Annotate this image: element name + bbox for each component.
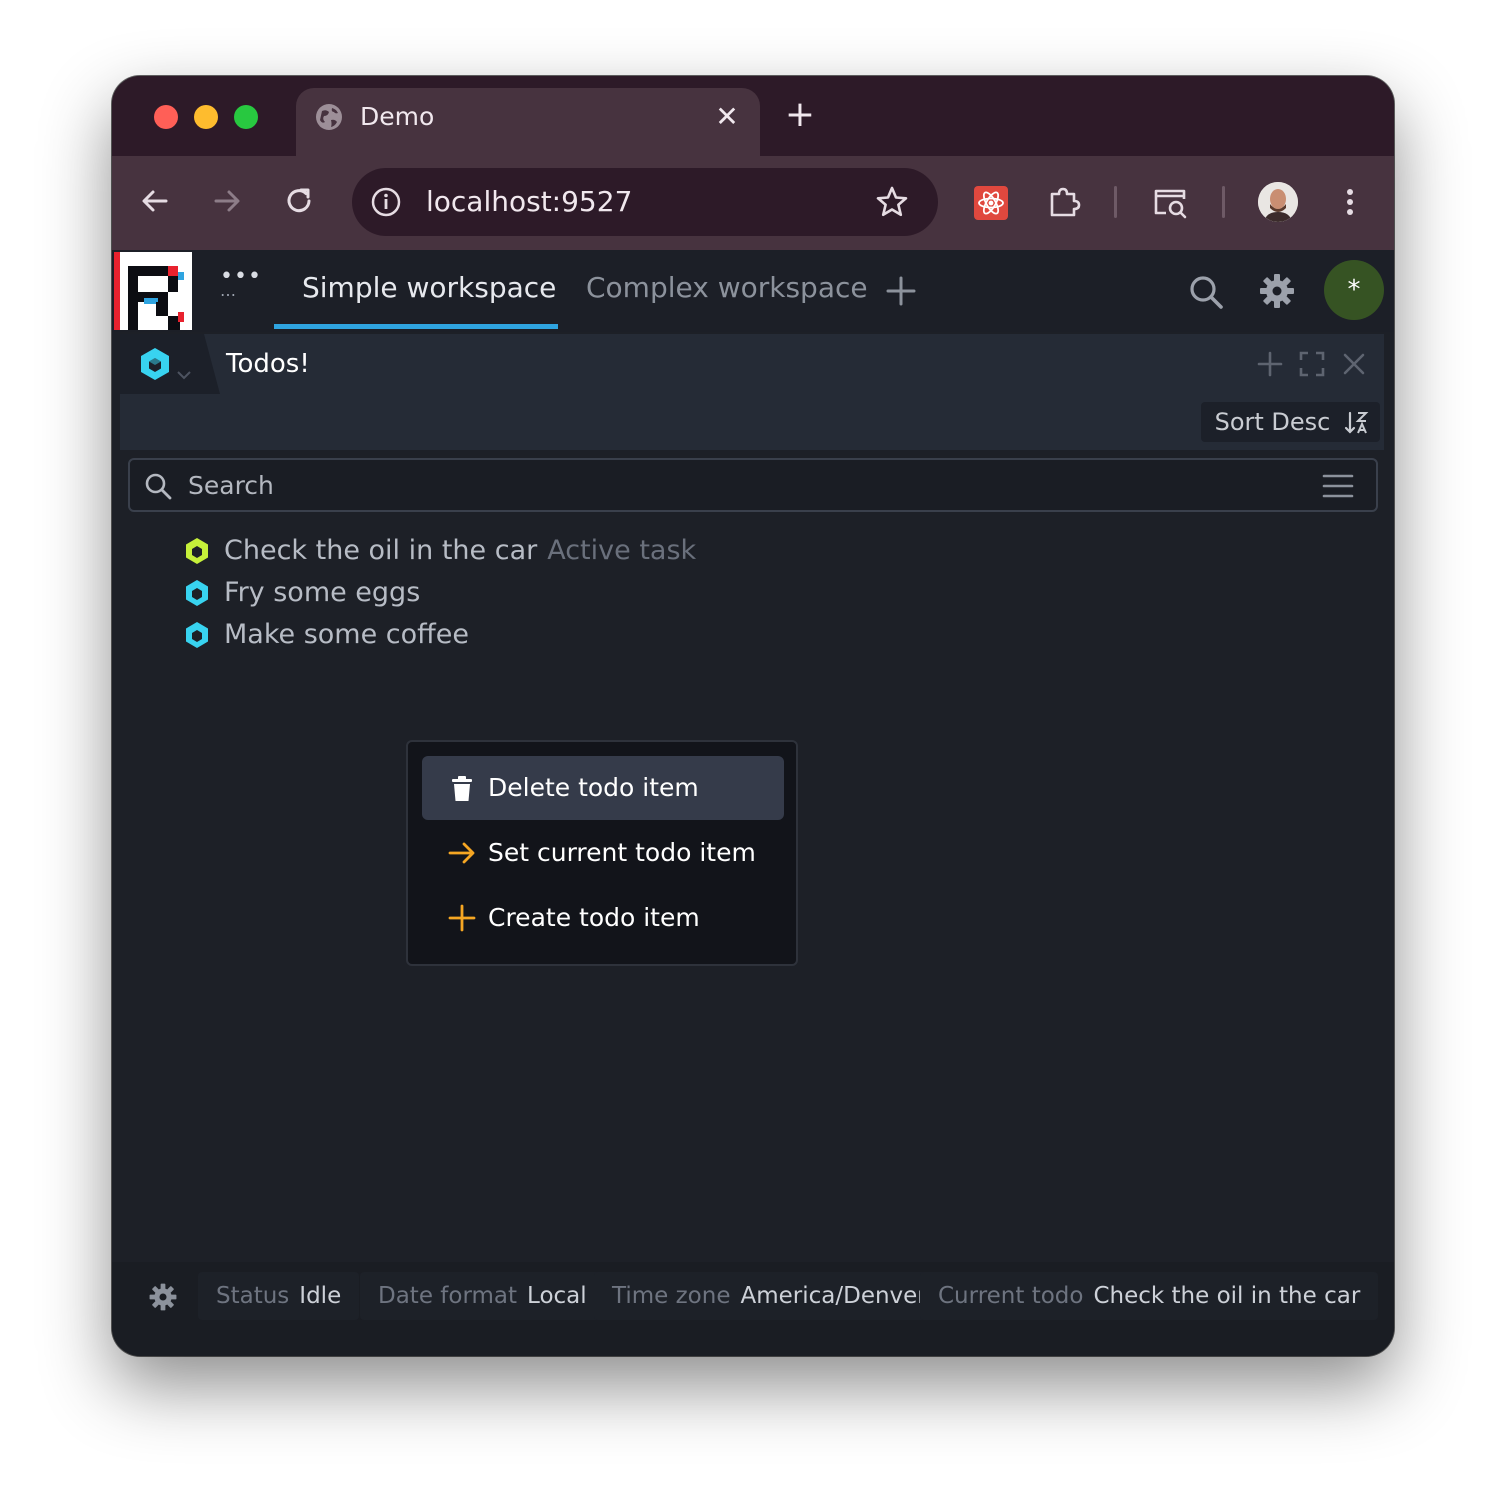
app-logo-icon[interactable]: [114, 252, 192, 330]
current-todo-key: Current todo: [938, 1283, 1084, 1309]
current-todo-segment[interactable]: Current todo Check the oil in the car: [920, 1272, 1379, 1320]
date-format-value: Local: [527, 1283, 587, 1309]
time-zone-key: Time zone: [612, 1283, 731, 1309]
url-text[interactable]: localhost:9527: [426, 184, 632, 220]
react-devtools-extension-icon[interactable]: [974, 186, 1008, 220]
menu-item-create-todo[interactable]: Create todo item: [422, 886, 784, 950]
context-menu: Delete todo item Set current todo item C…: [406, 740, 798, 966]
reload-icon[interactable]: [282, 184, 316, 218]
status-value: Idle: [299, 1283, 342, 1309]
close-tab-icon[interactable]: ✕: [712, 102, 742, 132]
todo-item[interactable]: Check the oil in the car Active task: [184, 530, 696, 572]
settings-gear-icon[interactable]: [1258, 272, 1296, 310]
add-panel-icon[interactable]: [1256, 350, 1284, 378]
tab-title: Demo: [360, 102, 435, 131]
todo-item[interactable]: Fry some eggs: [184, 572, 696, 614]
toolbar-separator: [1114, 186, 1117, 218]
todo-label: Fry some eggs: [224, 577, 421, 608]
trash-icon: [452, 776, 472, 801]
plus-icon: [448, 904, 476, 932]
new-tab-button[interactable]: +: [784, 97, 816, 133]
menu-item-label: Create todo item: [488, 903, 700, 932]
fullscreen-icon[interactable]: [1298, 350, 1326, 378]
browser-toolbar: localhost:9527: [112, 156, 1394, 250]
sort-desc-icon: [1344, 411, 1369, 434]
todo-list: Check the oil in the car Active task Fry…: [184, 530, 696, 656]
back-arrow-icon[interactable]: [138, 184, 172, 218]
time-zone-value: America/Denver: [740, 1283, 927, 1309]
address-bar[interactable]: localhost:9527: [352, 168, 938, 236]
search-input[interactable]: [188, 468, 1288, 502]
menu-item-delete-todo[interactable]: Delete todo item: [422, 756, 784, 820]
site-info-icon[interactable]: [370, 186, 402, 218]
cube-icon: [186, 538, 208, 564]
forward-arrow-icon[interactable]: [210, 184, 244, 218]
browser-menu-icon[interactable]: [1338, 184, 1362, 220]
menu-item-label: Delete todo item: [488, 773, 699, 802]
filter-lines-icon[interactable]: [1322, 472, 1354, 500]
todo-label: Make some coffee: [224, 619, 469, 650]
panel-header: Todos!: [120, 334, 1384, 394]
active-tab-indicator: [274, 324, 558, 329]
status-key: Status: [216, 1283, 290, 1309]
tab-complex-workspace[interactable]: Complex workspace: [586, 268, 868, 308]
date-format-key: Date format: [378, 1283, 518, 1309]
user-avatar-button[interactable]: *: [1324, 260, 1384, 320]
cube-icon: [186, 580, 208, 606]
tab-search-icon[interactable]: [1152, 184, 1188, 220]
tab-simple-workspace[interactable]: Simple workspace: [302, 268, 556, 308]
arrow-right-icon: [448, 842, 475, 864]
extensions-puzzle-icon[interactable]: [1046, 184, 1082, 220]
close-window-button[interactable]: [154, 105, 178, 129]
maximize-window-button[interactable]: [234, 105, 258, 129]
current-todo-value: Check the oil in the car: [1093, 1283, 1361, 1309]
sort-desc-button[interactable]: Sort Desc: [1200, 402, 1380, 442]
status-segment[interactable]: Status Idle: [198, 1272, 360, 1320]
bookmark-star-icon[interactable]: [874, 184, 910, 220]
chevron-down-icon[interactable]: [176, 370, 192, 380]
app-header: •••… Simple workspace Complex workspace: [112, 250, 1394, 332]
menu-item-label: Set current todo item: [488, 838, 756, 867]
sort-button-label: Sort Desc: [1214, 408, 1331, 436]
cube-icon: [141, 348, 169, 380]
browser-window: Demo ✕ + localhost:9527 ••• … Simple wor…: [112, 76, 1394, 1356]
search-icon[interactable]: [1188, 274, 1224, 310]
date-format-segment[interactable]: Date format Local: [360, 1272, 605, 1320]
panel-toolbar: Sort Desc: [120, 394, 1384, 450]
time-zone-segment[interactable]: Time zone America/Denver: [594, 1272, 945, 1320]
status-bar: Status Idle Date format Local Time zone …: [112, 1262, 1394, 1356]
todo-item[interactable]: Make some coffee: [184, 614, 696, 656]
search-box: [128, 458, 1378, 512]
search-icon: [145, 473, 172, 500]
minimize-window-button[interactable]: [194, 105, 218, 129]
more-menu-button[interactable]: •••…: [220, 266, 262, 299]
profile-avatar[interactable]: [1258, 182, 1298, 222]
cube-icon: [186, 622, 208, 648]
settings-gear-icon[interactable]: [148, 1282, 178, 1312]
add-workspace-icon[interactable]: [884, 274, 918, 308]
todo-label: Check the oil in the car: [224, 535, 538, 566]
tab-strip: Demo ✕ +: [112, 76, 1394, 168]
profile-photo-icon: [1258, 182, 1298, 222]
panel-type-tab[interactable]: [120, 334, 220, 394]
menu-item-set-current-todo[interactable]: Set current todo item: [422, 821, 784, 885]
panel-title: Todos!: [226, 349, 310, 379]
globe-icon: [316, 104, 342, 130]
toolbar-separator: [1222, 186, 1225, 218]
todo-status: Active task: [547, 535, 697, 566]
close-panel-icon[interactable]: [1340, 350, 1368, 378]
